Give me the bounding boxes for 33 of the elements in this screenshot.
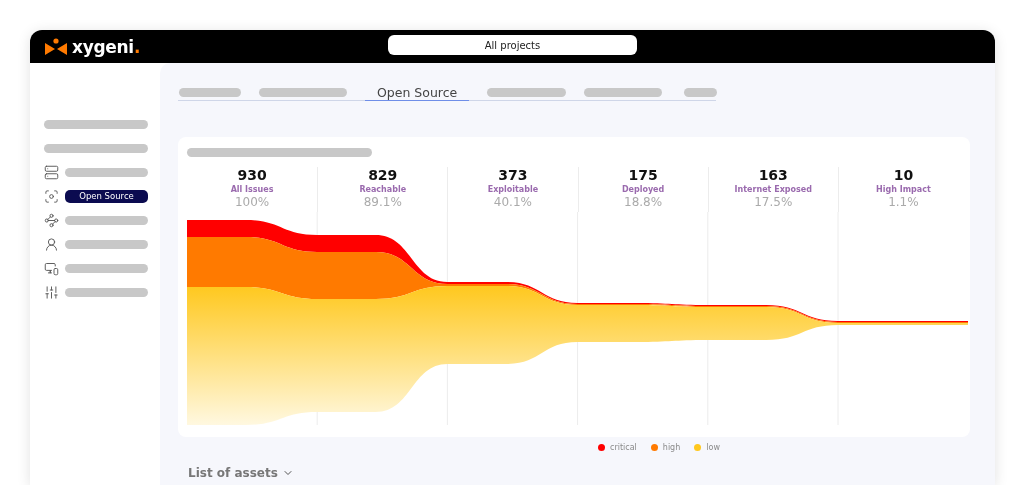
stage-label: Internet Exposed <box>734 184 812 195</box>
stage-label: All Issues <box>230 184 274 195</box>
stage-label: High Impact <box>876 184 931 195</box>
stage-percent: 1.1% <box>888 195 919 209</box>
tab[interactable]: Open Source <box>365 84 470 101</box>
stage-percent: 89.1% <box>363 195 402 209</box>
server-icon <box>44 164 60 180</box>
stage-count: 10 <box>893 167 914 184</box>
legend-label: critical <box>610 443 637 452</box>
stage-percent: 18.8% <box>624 195 663 209</box>
stage-percent: 17.5% <box>754 195 793 209</box>
logo-text: xygeni. <box>72 36 141 57</box>
legend-label: low <box>706 443 720 452</box>
monitor-icon <box>44 260 60 276</box>
legend-label: high <box>662 443 681 452</box>
logo-icon <box>44 37 68 56</box>
stage-count: 829 <box>368 167 398 184</box>
sidebar-item[interactable]: Open Source <box>65 189 148 203</box>
sliders-icon <box>44 284 60 300</box>
stage-count: 373 <box>498 167 528 184</box>
nodes-icon <box>44 212 60 228</box>
stage-count: 163 <box>758 167 788 184</box>
project-selector[interactable]: All projects <box>388 35 637 55</box>
stage-count: 930 <box>237 167 267 184</box>
stage-count: 175 <box>628 167 658 184</box>
focus-icon <box>44 188 60 204</box>
stage-percent: 40.1% <box>493 195 532 209</box>
user-icon <box>44 236 60 252</box>
stage-label: Deployed <box>621 184 665 195</box>
section-title: List of assets <box>188 466 278 480</box>
stage-percent: 100% <box>234 195 270 209</box>
stage-label: Reachable <box>359 184 407 195</box>
stage-label: Exploitable <box>487 184 539 195</box>
